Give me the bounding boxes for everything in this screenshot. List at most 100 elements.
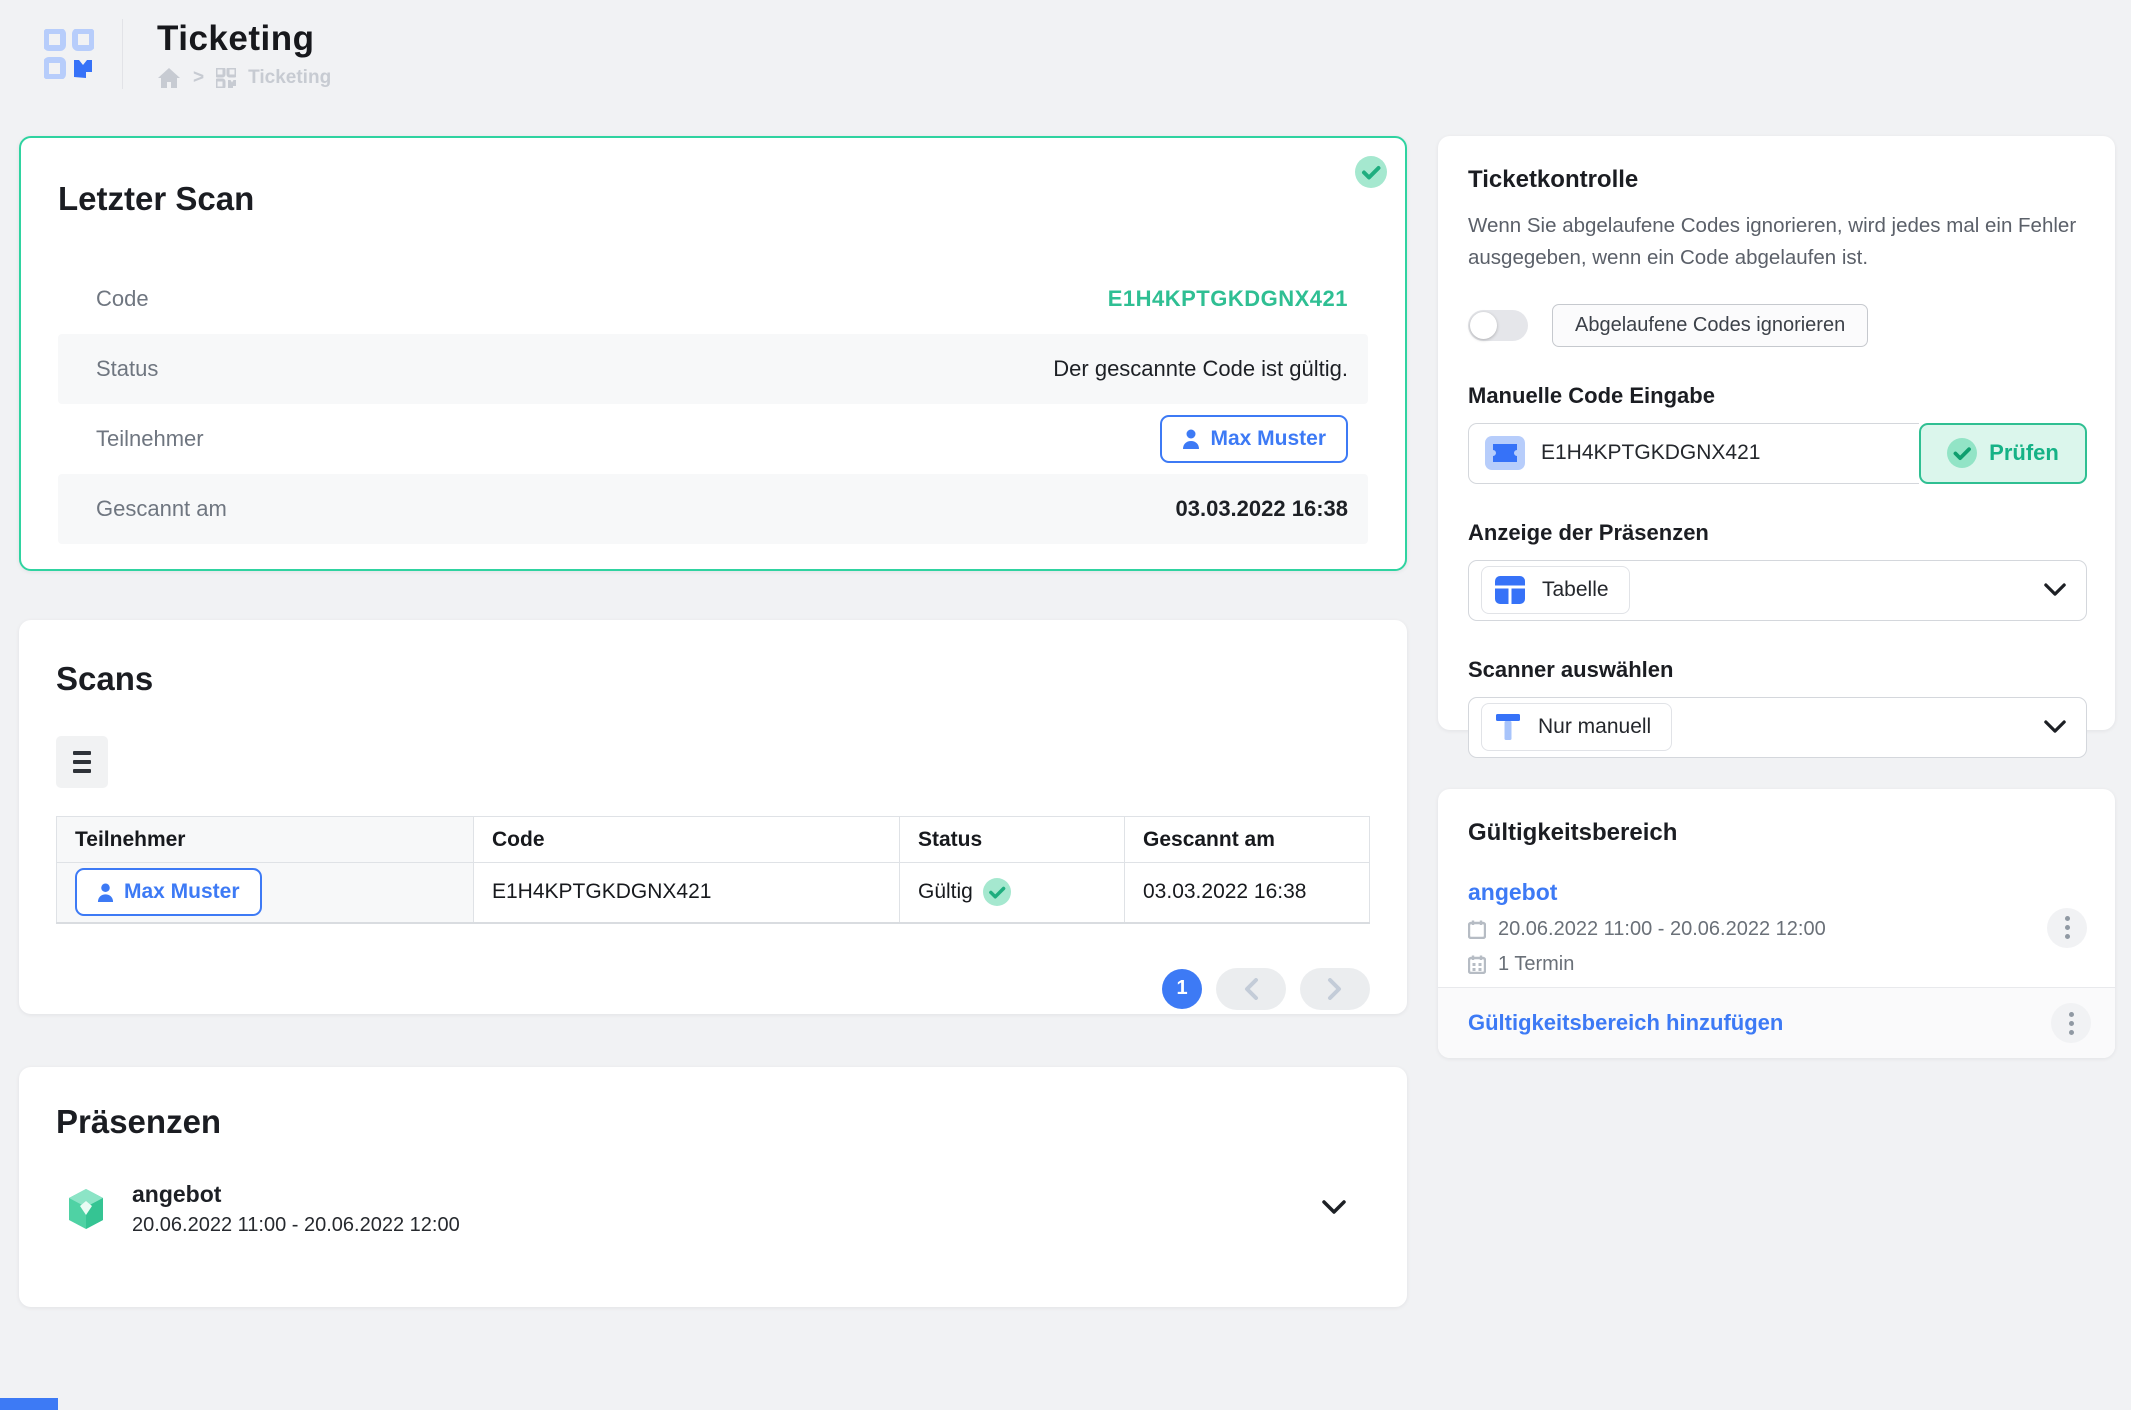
- last-scan-row-code: Code E1H4KPTGKDGNX421: [58, 264, 1368, 334]
- manual-code-label: Manuelle Code Eingabe: [1468, 383, 2087, 409]
- kebab-icon: [2069, 1012, 2074, 1035]
- cell-teilnehmer: Max Muster: [57, 863, 474, 923]
- check-code-label: Prüfen: [1989, 440, 2059, 466]
- chevron-left-icon: [1243, 978, 1259, 1000]
- cube-icon: [66, 1187, 106, 1231]
- participant-button[interactable]: Max Muster: [1160, 415, 1348, 463]
- scans-table: Teilnehmer Code Status Gescannt am: [56, 816, 1370, 924]
- scan-status-value: Der gescannte Code ist gültig.: [1053, 356, 1348, 382]
- col-header-teilnehmer: Teilnehmer: [57, 817, 474, 863]
- last-scan-title: Letzter Scan: [58, 180, 1368, 218]
- participant-button[interactable]: Max Muster: [75, 868, 262, 916]
- pagination-next-button[interactable]: [1300, 968, 1370, 1010]
- header-divider: [122, 19, 123, 89]
- ignore-expired-label-button[interactable]: Abgelaufene Codes ignorieren: [1552, 304, 1868, 347]
- pagination-prev-button[interactable]: [1216, 968, 1286, 1010]
- kebab-icon: [2065, 916, 2070, 939]
- pagination-page-1[interactable]: 1: [1162, 969, 1202, 1009]
- display-select[interactable]: Tabelle: [1468, 560, 2087, 621]
- table-icon: [1494, 575, 1526, 605]
- cell-code: E1H4KPTGKDGNX421: [474, 863, 900, 923]
- check-code-button[interactable]: Prüfen: [1919, 423, 2087, 484]
- scans-title: Scans: [56, 660, 1370, 698]
- cell-gescannt-am: 03.03.2022 16:38: [1125, 863, 1370, 923]
- person-icon: [1182, 429, 1200, 449]
- pagination: 1: [56, 968, 1370, 1010]
- scanner-select-value: Nur manuell: [1538, 715, 1651, 739]
- check-circle-icon: [1947, 438, 1977, 468]
- add-validity-kebab-button[interactable]: [2051, 1003, 2091, 1043]
- last-scan-row-scanned-at: Gescannt am 03.03.2022 16:38: [58, 474, 1368, 544]
- selected-option-chip: Nur manuell: [1481, 703, 1672, 751]
- praesenz-time: 20.06.2022 11:00 - 20.06.2022 12:00: [132, 1214, 460, 1237]
- chevron-down-icon: [2044, 583, 2066, 597]
- ticketkontrolle-description: Wenn Sie abgelaufene Codes ignorieren, w…: [1468, 210, 2087, 274]
- breadcrumb: > Ticketing: [157, 67, 331, 89]
- last-scan-row-status: Status Der gescannte Code ist gültig.: [58, 334, 1368, 404]
- person-icon: [97, 883, 114, 902]
- ignore-expired-toggle[interactable]: [1468, 310, 1528, 341]
- ticket-icon: [1485, 436, 1525, 470]
- manual-code-input[interactable]: [1541, 441, 1903, 465]
- praesenz-list-item: angebot 20.06.2022 11:00 - 20.06.2022 12…: [56, 1181, 1370, 1237]
- scanner-select-label: Scanner auswählen: [1468, 657, 2087, 683]
- display-select-value: Tabelle: [1542, 578, 1609, 602]
- table-row: Max Muster E1H4KPTGKDGNX421 Gültig: [57, 863, 1370, 923]
- letter-t-icon: [1494, 712, 1522, 742]
- scans-card: Scans Teilnehmer Code Status Gescannt am: [19, 620, 1407, 1014]
- qr-icon: [216, 68, 236, 88]
- app-logo-icon: [44, 29, 94, 79]
- ticketing-page: Ticketing > Ticketing Letzter: [0, 0, 2131, 1410]
- last-scan-row-participant: Teilnehmer Max Muster: [58, 404, 1368, 474]
- home-icon[interactable]: [157, 67, 181, 89]
- valid-check-icon: [983, 878, 1011, 906]
- praesenzen-title: Präsenzen: [56, 1103, 1370, 1141]
- ticketkontrolle-title: Ticketkontrolle: [1468, 166, 2087, 194]
- row-label: Code: [96, 286, 149, 312]
- ticketkontrolle-panel: Ticketkontrolle Wenn Sie abgelaufene Cod…: [1438, 136, 2115, 730]
- gueltigkeitsbereich-title: Gültigkeitsbereich: [1468, 819, 2087, 847]
- col-header-gescannt-am: Gescannt am: [1125, 817, 1370, 863]
- add-validity-link[interactable]: Gültigkeitsbereich hinzufügen: [1468, 1010, 1783, 1036]
- display-select-label: Anzeige der Präsenzen: [1468, 520, 2087, 546]
- status-text: Gültig: [918, 880, 973, 904]
- calendar-icon: [1468, 955, 1486, 974]
- last-scan-card: Letzter Scan Code E1H4KPTGKDGNX421 Statu…: [19, 136, 1407, 571]
- bottom-progress-bar: [0, 1398, 58, 1410]
- scanned-code-value: E1H4KPTGKDGNX421: [1108, 286, 1348, 312]
- col-header-status: Status: [900, 817, 1125, 863]
- expand-praesenz-button[interactable]: [1322, 1200, 1346, 1218]
- validity-list-item: angebot 20.06.2022 11:00 - 20.06.2022 12…: [1468, 879, 2087, 976]
- breadcrumb-separator: >: [193, 67, 204, 89]
- table-menu-button[interactable]: [56, 736, 108, 788]
- chevron-right-icon: [1327, 978, 1343, 1000]
- gueltigkeitsbereich-panel: Gültigkeitsbereich angebot 20.06.2022 11…: [1438, 789, 2115, 1058]
- breadcrumb-current: Ticketing: [248, 67, 331, 89]
- praesenzen-card: Präsenzen angebot 20.06.2022 11:00 - 20.…: [19, 1067, 1407, 1307]
- last-scan-rows: Code E1H4KPTGKDGNX421 Status Der gescann…: [58, 264, 1368, 544]
- chevron-down-icon: [2044, 720, 2066, 734]
- validity-time: 20.06.2022 11:00 - 20.06.2022 12:00: [1498, 918, 1826, 941]
- selected-option-chip: Tabelle: [1481, 566, 1630, 614]
- toggle-knob: [1470, 312, 1497, 339]
- scanned-at-value: 03.03.2022 16:38: [1176, 496, 1349, 522]
- row-label: Status: [96, 356, 158, 382]
- menu-icon: [73, 751, 91, 755]
- row-label: Gescannt am: [96, 496, 227, 522]
- cell-status: Gültig: [900, 863, 1125, 923]
- chevron-down-icon: [1322, 1200, 1346, 1215]
- row-label: Teilnehmer: [96, 426, 204, 452]
- page-title: Ticketing: [157, 19, 331, 59]
- manual-code-field: [1468, 423, 1919, 484]
- praesenz-name: angebot: [132, 1181, 460, 1208]
- validity-footer: Gültigkeitsbereich hinzufügen: [1438, 987, 2115, 1058]
- participant-name: Max Muster: [124, 880, 240, 904]
- validity-item-kebab-button[interactable]: [2047, 908, 2087, 948]
- validity-name-link[interactable]: angebot: [1468, 879, 1826, 906]
- calendar-icon: [1468, 920, 1486, 939]
- page-header: Ticketing > Ticketing: [0, 0, 2131, 108]
- validity-termine: 1 Termin: [1498, 953, 1574, 976]
- scanner-select[interactable]: Nur manuell: [1468, 697, 2087, 758]
- participant-name: Max Muster: [1210, 427, 1326, 451]
- col-header-code: Code: [474, 817, 900, 863]
